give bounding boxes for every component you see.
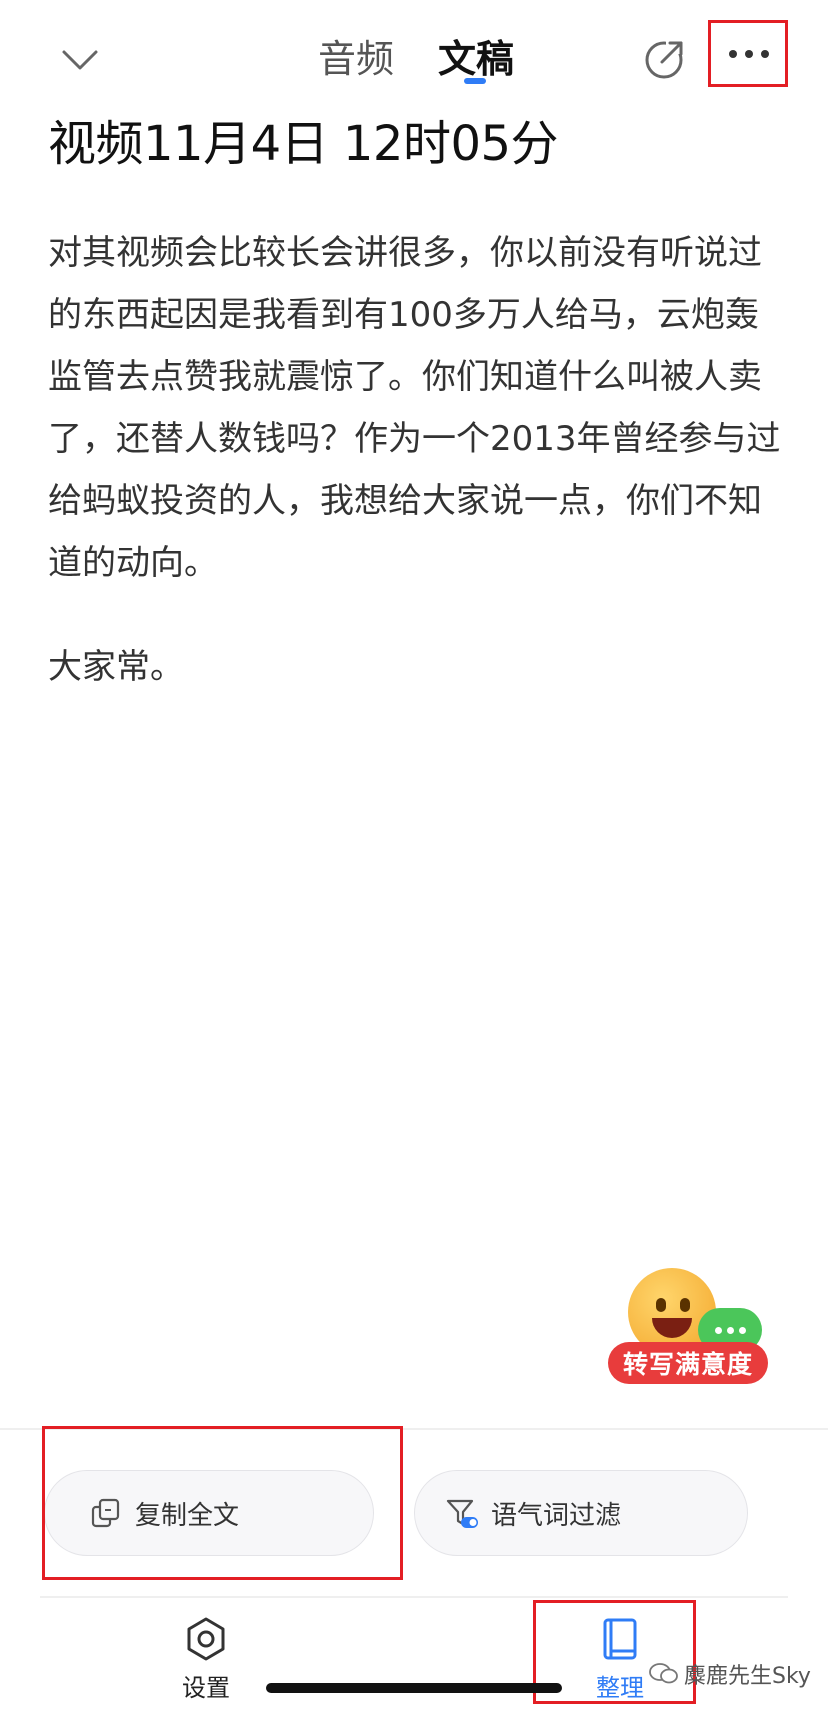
page-title: 视频11月4日 12时05分 [48, 116, 559, 172]
nav-settings-label: 设置 [182, 1674, 230, 1702]
settings-icon [187, 1617, 225, 1661]
filter-label: 语气词过滤 [491, 1500, 622, 1531]
home-indicator[interactable] [266, 1683, 562, 1693]
highlight-box-more [708, 20, 788, 87]
watermark-text: 麋鹿先生Sky [684, 1664, 811, 1689]
tab-indicator [464, 78, 486, 84]
transcript-paragraph: 对其视频会比较长会讲很多，你以前没有听说过的东西起因是我看到有100多万人给马，… [48, 233, 781, 583]
collapse-button[interactable] [56, 36, 104, 84]
chevron-down-icon [62, 50, 98, 70]
watermark: 麋鹿先生Sky [648, 1658, 811, 1690]
highlight-box-copy [42, 1426, 403, 1580]
tab-audio[interactable]: 音频 [318, 28, 394, 83]
filter-icon [446, 1499, 478, 1528]
nav-settings[interactable]: 设置 [161, 1616, 251, 1703]
feedback-label: 转写满意度 [608, 1342, 768, 1384]
transcript-paragraph: 大家常。 [48, 647, 184, 687]
filler-word-filter-button[interactable]: 语气词过滤 [414, 1470, 748, 1556]
tab-transcript[interactable]: 文稿 [438, 28, 514, 83]
wechat-icon [649, 1663, 678, 1684]
share-icon [645, 40, 684, 79]
transcription-feedback-button[interactable]: 转写满意度 [608, 1268, 776, 1386]
share-button[interactable] [640, 34, 688, 82]
divider [40, 1596, 788, 1598]
